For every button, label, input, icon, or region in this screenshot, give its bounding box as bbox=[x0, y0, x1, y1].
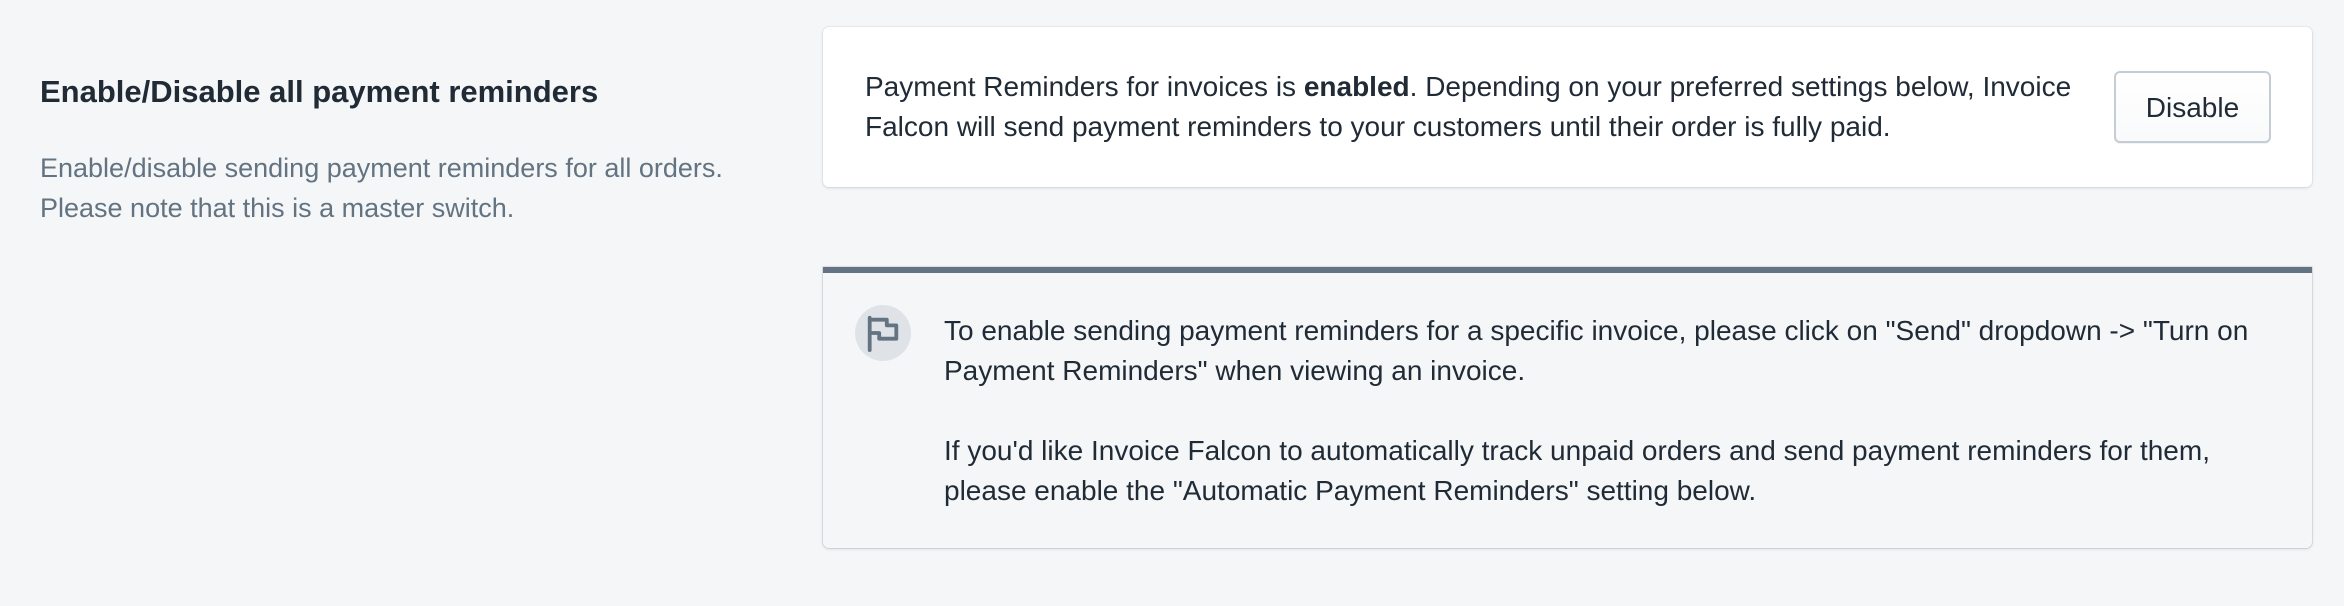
payment-reminders-settings: Enable/Disable all payment reminders Ena… bbox=[0, 0, 2344, 606]
flag-icon bbox=[855, 305, 911, 361]
banner-content: To enable sending payment reminders for … bbox=[944, 311, 2294, 551]
reminder-status-card: Payment Reminders for invoices is enable… bbox=[823, 27, 2312, 187]
status-word: enabled bbox=[1303, 71, 1410, 102]
section-title: Enable/Disable all payment reminders bbox=[40, 74, 599, 109]
banner-paragraph-2: If you'd like Invoice Falcon to automati… bbox=[944, 435, 2210, 506]
status-text-prefix: Payment Reminders for invoices is bbox=[865, 71, 1304, 102]
section-description-text: Enable/disable sending payment reminders… bbox=[40, 153, 723, 223]
info-banner: To enable sending payment reminders for … bbox=[823, 267, 2312, 548]
section-description: Enable/Disable all payment reminders Ena… bbox=[40, 70, 760, 228]
banner-paragraph-1: To enable sending payment reminders for … bbox=[944, 315, 2249, 386]
disable-button[interactable]: Disable bbox=[2114, 71, 2271, 143]
reminder-status-text: Payment Reminders for invoices is enable… bbox=[865, 67, 2085, 147]
